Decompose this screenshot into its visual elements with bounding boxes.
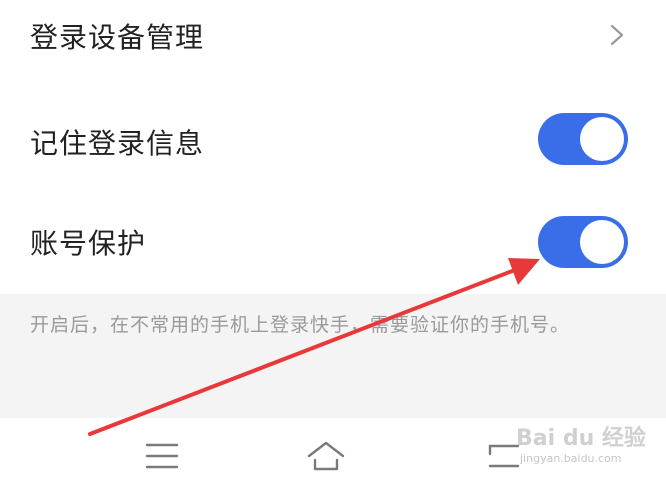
settings-screen: 登录设备管理 记住登录信息 账号保护 开启后，在不常用的手机上登录快手，需要验证… [0,0,666,489]
account-protection-label: 账号保护 [30,227,147,260]
toggle-knob [580,220,624,264]
login-devices-row[interactable]: 登录设备管理 [0,0,666,72]
menu-icon[interactable] [142,436,182,476]
remember-login-toggle[interactable] [538,113,628,165]
account-protection-row: 账号保护 [0,192,666,292]
account-protection-toggle[interactable] [538,216,628,268]
chevron-right-icon [610,24,624,46]
remember-login-label: 记住登录信息 [30,127,205,160]
login-devices-label: 登录设备管理 [30,21,205,54]
baidu-watermark: Bai du 经验 jingyan.baidu.com [498,414,658,474]
protection-description-block: 开启后，在不常用的手机上登录快手，需要验证你的手机号。 [0,294,666,418]
watermark-logo: Bai du 经验 [516,426,646,451]
watermark-url: jingyan.baidu.com [520,452,622,465]
home-icon[interactable] [306,436,346,476]
protection-description-text: 开启后，在不常用的手机上登录快手，需要验证你的手机号。 [30,314,571,336]
remember-login-row: 记住登录信息 [0,88,666,192]
toggle-knob [580,117,624,161]
